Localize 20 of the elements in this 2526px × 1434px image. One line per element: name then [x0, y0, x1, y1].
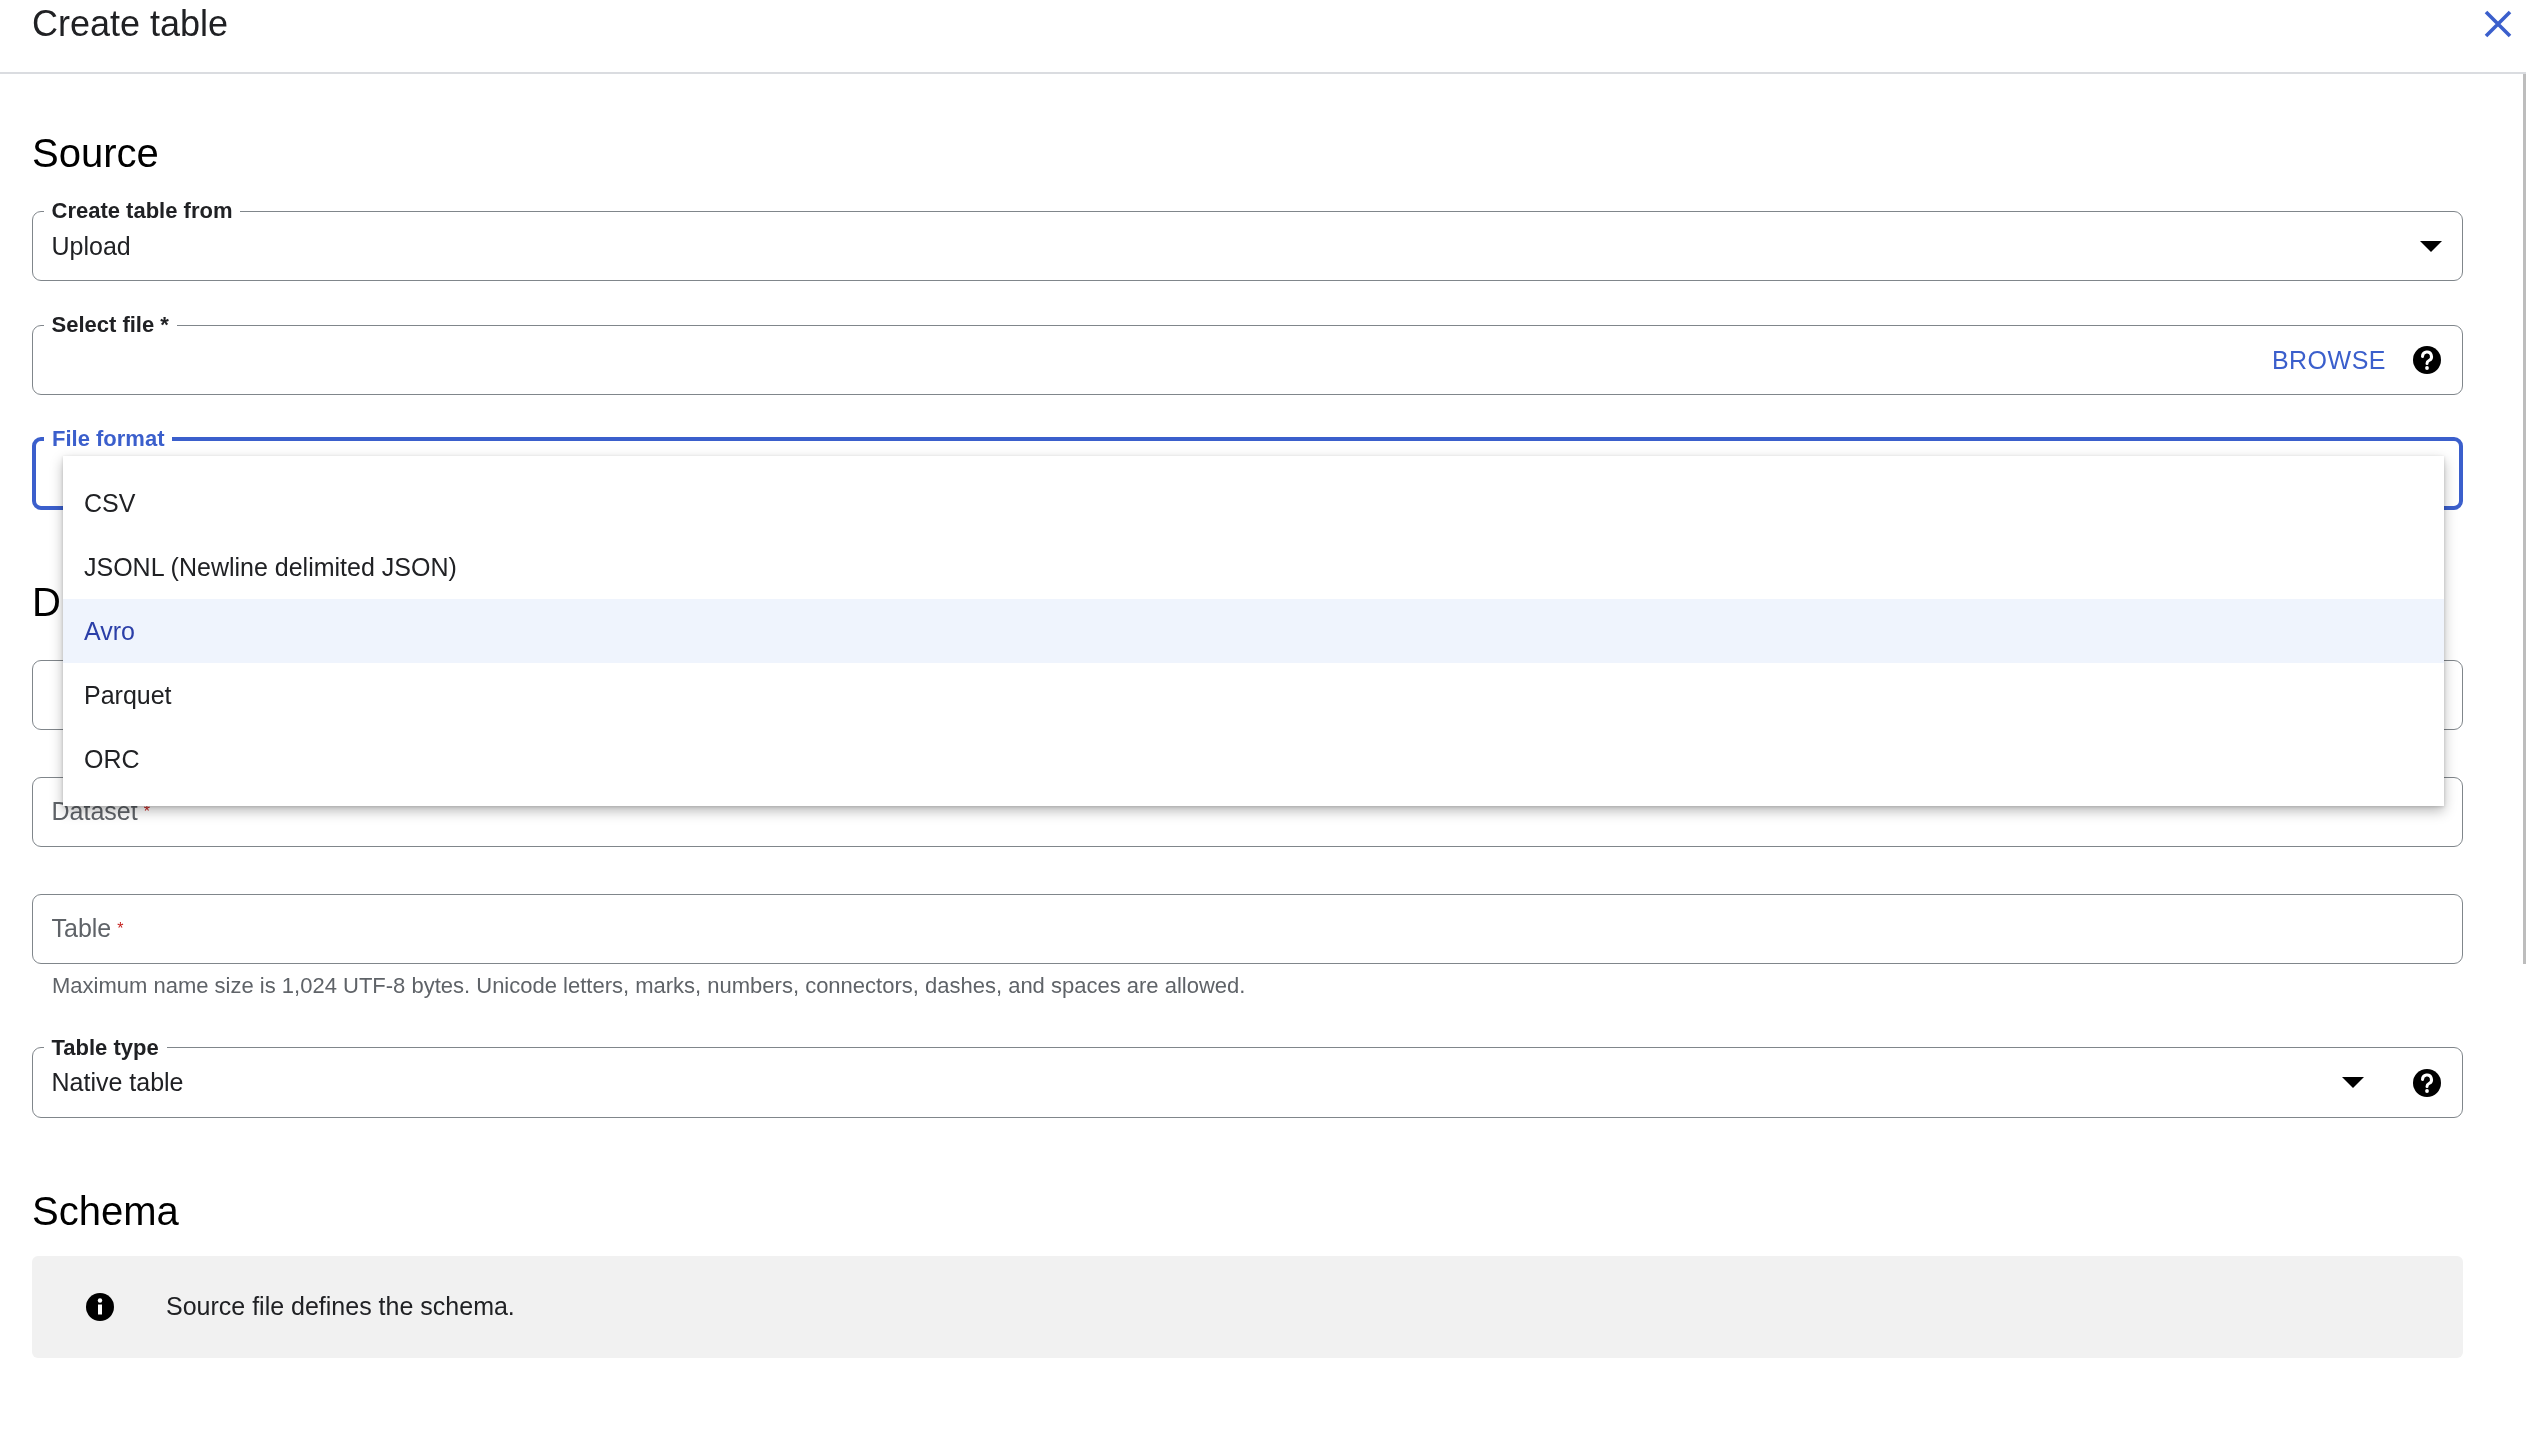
menu-item[interactable]: Avro: [63, 599, 2444, 663]
section-heading: Schema: [32, 1187, 180, 1235]
menu-item[interactable]: ORC: [63, 727, 2444, 791]
section-heading: D: [32, 578, 62, 626]
menu-item[interactable]: CSV: [63, 471, 2444, 535]
info-icon: [86, 1292, 114, 1321]
menu-item[interactable]: JSONL (Newline delimited JSON): [63, 535, 2444, 599]
text-field[interactable]: Table *: [32, 893, 2463, 964]
dropdown-caret-icon[interactable]: [2420, 240, 2442, 252]
section-heading: Source: [32, 130, 160, 177]
browse-link[interactable]: BROWSE: [2271, 345, 2386, 375]
info-text: Source file defines the schema.: [166, 1292, 515, 1321]
scrollbar[interactable]: [2523, 74, 2526, 964]
dialog-title: Create table: [32, 3, 229, 45]
menu-item[interactable]: Parquet: [63, 663, 2444, 727]
close-icon[interactable]: [2484, 10, 2512, 38]
dropdown-caret-icon[interactable]: [2342, 1077, 2364, 1088]
help-icon[interactable]: [2412, 1067, 2442, 1098]
help-icon[interactable]: [2412, 345, 2442, 375]
helper-text: Maximum name size is 1,024 UTF-8 bytes. Unicode letters, marks, numbers, connectors, dashes, and spaces are allowed.: [52, 972, 1247, 999]
